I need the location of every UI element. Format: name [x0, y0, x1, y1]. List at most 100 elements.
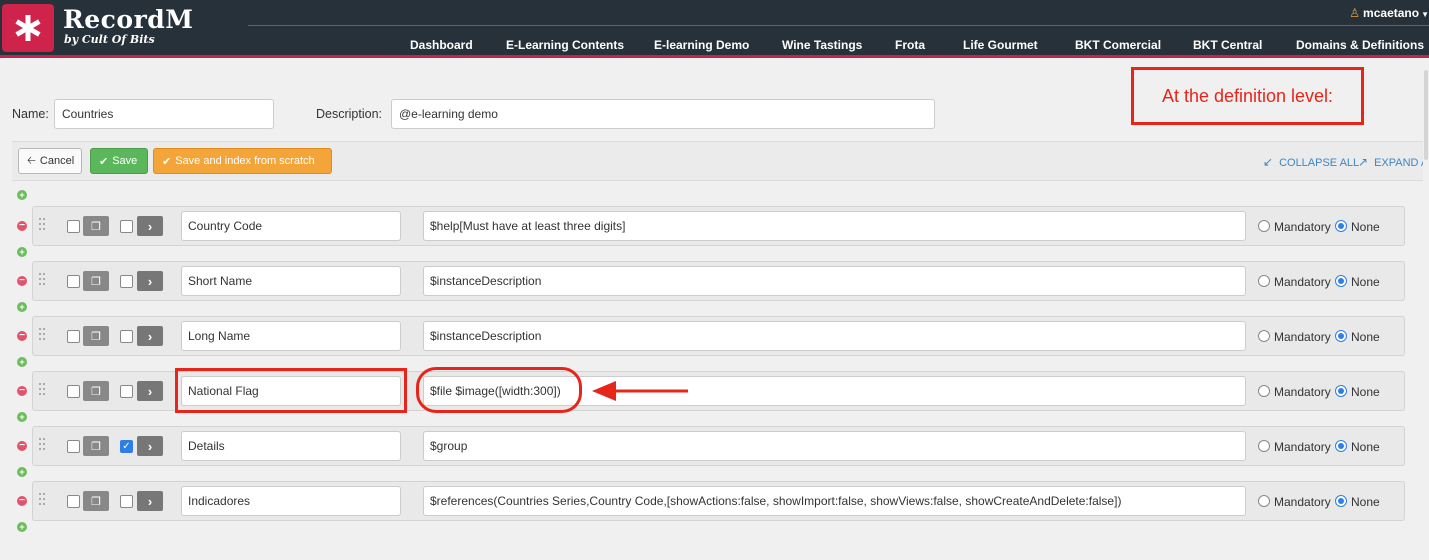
duplicate-icon[interactable]: ❐: [83, 381, 109, 401]
field-name-input[interactable]: Short Name: [181, 266, 401, 296]
remove-field-icon[interactable]: −: [17, 496, 27, 506]
collapse-all-link[interactable]: ↙ COLLAPSE ALL: [1263, 155, 1359, 169]
field-name-input[interactable]: Country Code: [181, 211, 401, 241]
chevron-right-icon[interactable]: ›: [137, 381, 163, 401]
drag-handle-icon[interactable]: [39, 273, 47, 289]
select-checkbox[interactable]: [67, 220, 80, 233]
remove-field-icon[interactable]: −: [17, 276, 27, 286]
none-label: None: [1351, 385, 1380, 399]
drag-handle-icon[interactable]: [39, 383, 47, 399]
scrollbar[interactable]: [1423, 62, 1429, 560]
field-row: ❐ › Indicadores $references(Countries Serie…: [32, 481, 1405, 521]
check-icon: ✔: [99, 155, 109, 168]
remove-field-icon[interactable]: −: [17, 331, 27, 341]
duplicate-icon[interactable]: ❐: [83, 491, 109, 511]
none-label: None: [1351, 220, 1380, 234]
nav-bkt-central[interactable]: BKT Central: [1193, 38, 1262, 52]
add-field-icon[interactable]: +: [17, 357, 27, 367]
nav-bkt-comercial[interactable]: BKT Comercial: [1075, 38, 1161, 52]
none-radio[interactable]: [1335, 330, 1347, 342]
expand-checkbox[interactable]: [120, 330, 133, 343]
expand-checkbox[interactable]: ✓: [120, 440, 133, 453]
select-checkbox[interactable]: [67, 275, 80, 288]
mandatory-radio[interactable]: [1258, 330, 1270, 342]
mandatory-label: Mandatory: [1274, 385, 1331, 399]
chevron-right-icon[interactable]: ›: [137, 326, 163, 346]
save-index-label: Save and index from scratch: [175, 155, 315, 167]
mandatory-radio[interactable]: [1258, 275, 1270, 287]
user-menu[interactable]: ♙ mcaetano ▼: [1349, 6, 1429, 20]
scrollbar-thumb[interactable]: [1424, 70, 1428, 160]
field-description-input[interactable]: $group: [423, 431, 1246, 461]
nav-elearning-demo[interactable]: E-learning Demo: [654, 38, 749, 52]
field-description-input[interactable]: $instanceDescription: [423, 321, 1246, 351]
save-button[interactable]: ✔ Save: [90, 148, 148, 174]
expand-all-label: EXPAND AL: [1374, 157, 1429, 169]
annotation-arrow-icon: [592, 381, 688, 401]
add-field-icon[interactable]: +: [17, 302, 27, 312]
remove-field-icon[interactable]: −: [17, 441, 27, 451]
nav-elearning-contents[interactable]: E-Learning Contents: [506, 38, 624, 52]
none-label: None: [1351, 495, 1380, 509]
description-label: Description:: [316, 107, 382, 121]
none-radio[interactable]: [1335, 440, 1347, 452]
chevron-right-icon[interactable]: ›: [137, 436, 163, 456]
name-input[interactable]: [54, 99, 274, 129]
duplicate-icon[interactable]: ❐: [83, 326, 109, 346]
select-checkbox[interactable]: [67, 385, 80, 398]
duplicate-icon[interactable]: ❐: [83, 271, 109, 291]
none-radio[interactable]: [1335, 385, 1347, 397]
none-radio[interactable]: [1335, 275, 1347, 287]
mandatory-radio[interactable]: [1258, 440, 1270, 452]
field-name-input[interactable]: Long Name: [181, 321, 401, 351]
select-checkbox[interactable]: [67, 440, 80, 453]
add-field-icon[interactable]: +: [17, 522, 27, 532]
drag-handle-icon[interactable]: [39, 328, 47, 344]
mandatory-radio[interactable]: [1258, 495, 1270, 507]
description-input[interactable]: [391, 99, 935, 129]
expand-checkbox[interactable]: [120, 495, 133, 508]
nav-life-gourmet[interactable]: Life Gourmet: [963, 38, 1038, 52]
add-field-icon[interactable]: +: [17, 190, 27, 200]
chevron-right-icon[interactable]: ›: [137, 271, 163, 291]
drag-handle-icon[interactable]: [39, 493, 47, 509]
save-index-button[interactable]: ✔ Save and index from scratch: [153, 148, 332, 174]
expand-all-link[interactable]: ↗ EXPAND AL: [1358, 155, 1429, 169]
add-field-icon[interactable]: +: [17, 247, 27, 257]
user-icon: ♙: [1349, 6, 1361, 20]
select-checkbox[interactable]: [67, 330, 80, 343]
add-field-icon[interactable]: +: [17, 467, 27, 477]
add-field-icon[interactable]: +: [17, 412, 27, 422]
none-radio[interactable]: [1335, 495, 1347, 507]
nav-domains-definitions[interactable]: Domains & Definitions: [1296, 38, 1424, 52]
chevron-right-icon[interactable]: ›: [137, 491, 163, 511]
nav-frota[interactable]: Frota: [895, 38, 925, 52]
none-radio[interactable]: [1335, 220, 1347, 232]
field-description-input[interactable]: $help[Must have at least three digits]: [423, 211, 1246, 241]
drag-handle-icon[interactable]: [39, 218, 47, 234]
cancel-button[interactable]: 🡠 Cancel: [18, 148, 82, 174]
mandatory-label: Mandatory: [1274, 330, 1331, 344]
nav-dashboard[interactable]: Dashboard: [410, 38, 473, 52]
field-name-input[interactable]: Indicadores: [181, 486, 401, 516]
duplicate-icon[interactable]: ❐: [83, 436, 109, 456]
remove-field-icon[interactable]: −: [17, 221, 27, 231]
select-checkbox[interactable]: [67, 495, 80, 508]
none-label: None: [1351, 330, 1380, 344]
cancel-label: Cancel: [39, 155, 75, 167]
expand-checkbox[interactable]: [120, 275, 133, 288]
mandatory-radio[interactable]: [1258, 220, 1270, 232]
nav-wine-tastings[interactable]: Wine Tastings: [782, 38, 862, 52]
expand-checkbox[interactable]: [120, 220, 133, 233]
mandatory-radio[interactable]: [1258, 385, 1270, 397]
chevron-right-icon[interactable]: ›: [137, 216, 163, 236]
drag-handle-icon[interactable]: [39, 438, 47, 454]
field-name-input[interactable]: Details: [181, 431, 401, 461]
duplicate-icon[interactable]: ❐: [83, 216, 109, 236]
field-description-input[interactable]: $instanceDescription: [423, 266, 1246, 296]
expand-checkbox[interactable]: [120, 385, 133, 398]
field-row: ❐ › Country Code $help[Must have at least t…: [32, 206, 1405, 246]
field-description-input[interactable]: $references(Countries Series,Country Cod…: [423, 486, 1246, 516]
remove-field-icon[interactable]: −: [17, 386, 27, 396]
top-navbar: RecordM by Cult Of Bits ♙ mcaetano ▼ Dashb…: [0, 0, 1429, 58]
